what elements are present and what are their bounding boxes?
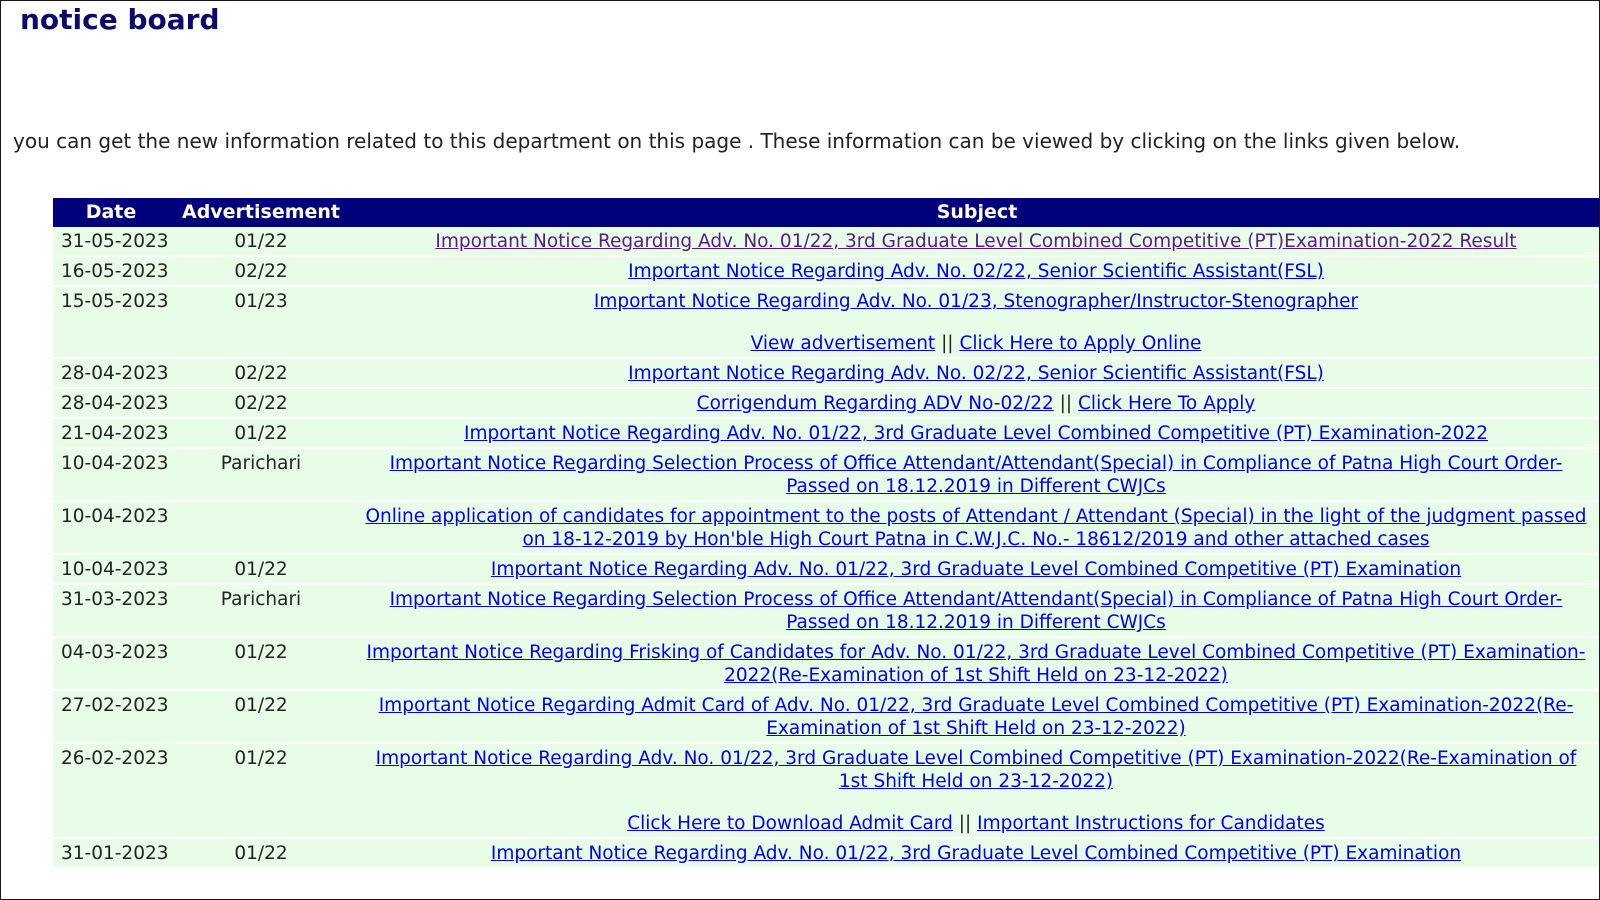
notice-link[interactable]: Important Notice Regarding Adv. No. 01/2… [491, 843, 1461, 864]
page-frame: notice board you can get the new informa… [0, 0, 1600, 900]
row-advertisement: Parichari [169, 584, 353, 638]
table-row: 27-02-2023 01/22 Important Notice Regard… [53, 690, 1599, 744]
table-header-row: Date Advertisement Subject [53, 198, 1599, 227]
row-subject: Important Notice Regarding Adv. No. 02/2… [353, 256, 1599, 287]
row-subject: Important Notice Regarding Adv. No. 01/2… [353, 227, 1599, 257]
download-admit-card-link[interactable]: Click Here to Download Admit Card [627, 813, 953, 834]
row-advertisement: 01/22 [169, 418, 353, 449]
column-header-subject: Subject [353, 198, 1599, 227]
notice-table: Date Advertisement Subject 31-05-2023 01… [53, 198, 1599, 869]
row-date: 15-05-2023 [53, 286, 169, 359]
row-subject: Important Notice Regarding Selection Pro… [353, 584, 1599, 638]
notice-link[interactable]: Important Notice Regarding Frisking of C… [367, 642, 1586, 686]
notice-link[interactable]: Important Notice Regarding Selection Pro… [390, 589, 1563, 633]
row-date: 10-04-2023 [53, 501, 169, 555]
table-row: 31-03-2023 Parichari Important Notice Re… [53, 584, 1599, 638]
table-row: 16-05-2023 02/22 Important Notice Regard… [53, 256, 1599, 287]
intro-text: you can get the new information related … [13, 129, 1461, 153]
row-subject: Important Notice Regarding Adv. No. 01/2… [353, 286, 1599, 359]
table-row: 10-04-2023 01/22 Important Notice Regard… [53, 554, 1599, 585]
row-subject: Important Notice Regarding Frisking of C… [353, 637, 1599, 691]
table-row: 21-04-2023 01/22 Important Notice Regard… [53, 418, 1599, 449]
row-subject: Corrigendum Regarding ADV No-02/22 || Cl… [353, 388, 1599, 419]
notice-link[interactable]: Important Notice Regarding Adv. No. 02/2… [628, 363, 1324, 384]
row-date: 28-04-2023 [53, 358, 169, 389]
table-row: 31-01-2023 01/22 Important Notice Regard… [53, 838, 1599, 869]
table-row: 04-03-2023 01/22 Important Notice Regard… [53, 637, 1599, 691]
row-advertisement [169, 501, 353, 555]
row-advertisement: 01/22 [169, 690, 353, 744]
row-date: 31-01-2023 [53, 838, 169, 869]
page-title: notice board [20, 3, 220, 36]
row-date: 31-03-2023 [53, 584, 169, 638]
column-header-date: Date [53, 198, 169, 227]
row-date: 31-05-2023 [53, 227, 169, 257]
link-separator: || [941, 333, 960, 354]
row-date: 04-03-2023 [53, 637, 169, 691]
row-subject: Important Notice Regarding Admit Card of… [353, 690, 1599, 744]
table-row: 10-04-2023 Online application of candida… [53, 501, 1599, 555]
corrigendum-link[interactable]: Corrigendum Regarding ADV No-02/22 [697, 393, 1054, 414]
apply-online-link[interactable]: Click Here to Apply Online [959, 333, 1201, 354]
notice-link[interactable]: Important Notice Regarding Admit Card of… [379, 695, 1574, 739]
row-subject: Important Notice Regarding Adv. No. 01/2… [353, 838, 1599, 869]
row-subject: Important Notice Regarding Adv. No. 02/2… [353, 358, 1599, 389]
row-date: 21-04-2023 [53, 418, 169, 449]
view-advertisement-link[interactable]: View advertisement [751, 333, 936, 354]
row-advertisement: 02/22 [169, 358, 353, 389]
row-advertisement: 01/22 [169, 637, 353, 691]
row-advertisement: Parichari [169, 448, 353, 502]
row-subject: Important Notice Regarding Adv. No. 01/2… [353, 554, 1599, 585]
notice-link[interactable]: Important Notice Regarding Adv. No. 02/2… [628, 261, 1324, 282]
instructions-link[interactable]: Important Instructions for Candidates [977, 813, 1325, 834]
table-row: 10-04-2023 Parichari Important Notice Re… [53, 448, 1599, 502]
table-row: 31-05-2023 01/22 Important Notice Regard… [53, 227, 1599, 257]
notice-link[interactable]: Important Notice Regarding Adv. No. 01/2… [435, 231, 1516, 252]
online-application-link[interactable]: Online application of candidates for app… [365, 506, 1586, 550]
notice-table-container: Date Advertisement Subject 31-05-2023 01… [53, 198, 1599, 869]
notice-link[interactable]: Important Notice Regarding Adv. No. 01/2… [376, 748, 1577, 792]
link-separator: || [958, 813, 978, 834]
row-advertisement: 01/22 [169, 554, 353, 585]
row-date: 26-02-2023 [53, 743, 169, 839]
row-date: 10-04-2023 [53, 448, 169, 502]
row-advertisement: 02/22 [169, 388, 353, 419]
row-subject: Online application of candidates for app… [353, 501, 1599, 555]
row-advertisement: 01/23 [169, 286, 353, 359]
row-subject: Important Notice Regarding Adv. No. 01/2… [353, 418, 1599, 449]
row-date: 28-04-2023 [53, 388, 169, 419]
row-subject: Important Notice Regarding Adv. No. 01/2… [353, 743, 1599, 839]
row-advertisement: 01/22 [169, 743, 353, 839]
row-advertisement: 01/22 [169, 838, 353, 869]
table-row: 26-02-2023 01/22 Important Notice Regard… [53, 743, 1599, 839]
column-header-advertisement: Advertisement [169, 198, 353, 227]
notice-link[interactable]: Important Notice Regarding Adv. No. 01/2… [491, 559, 1461, 580]
notice-link[interactable]: Important Notice Regarding Adv. No. 01/2… [594, 291, 1358, 312]
table-row: 28-04-2023 02/22 Important Notice Regard… [53, 358, 1599, 389]
link-separator: || [1059, 393, 1079, 414]
row-advertisement: 02/22 [169, 256, 353, 287]
apply-link[interactable]: Click Here To Apply [1078, 393, 1255, 414]
row-subject: Important Notice Regarding Selection Pro… [353, 448, 1599, 502]
notice-link[interactable]: Important Notice Regarding Adv. No. 01/2… [464, 423, 1488, 444]
table-row: 15-05-2023 01/23 Important Notice Regard… [53, 286, 1599, 359]
row-date: 16-05-2023 [53, 256, 169, 287]
row-advertisement: 01/22 [169, 227, 353, 257]
table-row: 28-04-2023 02/22 Corrigendum Regarding A… [53, 388, 1599, 419]
row-date: 10-04-2023 [53, 554, 169, 585]
notice-link[interactable]: Important Notice Regarding Selection Pro… [390, 453, 1563, 497]
row-date: 27-02-2023 [53, 690, 169, 744]
